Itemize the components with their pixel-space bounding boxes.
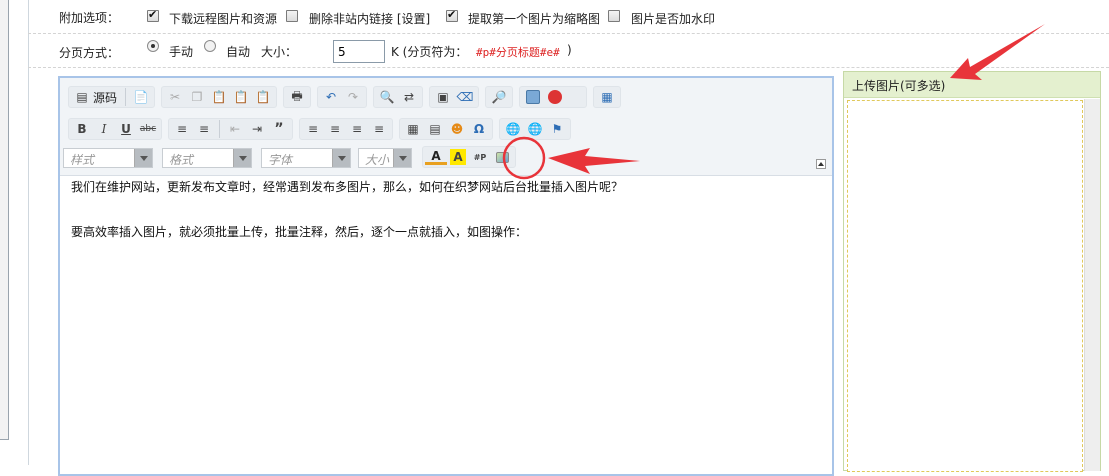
- print-icon[interactable]: 🖶: [286, 87, 308, 107]
- size-combo[interactable]: 大小: [358, 148, 412, 168]
- justify-icon[interactable]: ≡: [368, 119, 390, 139]
- align-left-icon[interactable]: ≡: [302, 119, 324, 139]
- italic-icon[interactable]: I: [93, 119, 115, 139]
- indent-icon[interactable]: ⇥: [246, 119, 268, 139]
- underline-icon[interactable]: U: [115, 119, 137, 139]
- pagination-label: 分页方式：: [59, 46, 120, 60]
- source-group: ▤ 源码 📄: [68, 86, 156, 108]
- upload-scrollbar[interactable]: [1084, 99, 1100, 471]
- multi-image-upload-icon[interactable]: [491, 147, 513, 167]
- separator-code: #p#分页标题#e#: [476, 46, 560, 59]
- watermark-checkbox[interactable]: [608, 10, 620, 22]
- pagination-auto-radio[interactable]: [204, 40, 216, 52]
- paste-icon[interactable]: 📋: [208, 87, 230, 107]
- replace-icon[interactable]: ⇄: [398, 87, 420, 107]
- sidebar-edge: [0, 0, 9, 440]
- font-combo-label: 字体: [268, 153, 293, 167]
- format-combo-label: 格式: [169, 153, 194, 167]
- horizontal-rule-icon[interactable]: ▤: [424, 119, 446, 139]
- bold-icon[interactable]: B: [71, 119, 93, 139]
- style-combo-label: 样式: [70, 153, 95, 167]
- chevron-down-icon: [233, 149, 251, 167]
- extra-options-label: 附加选项：: [59, 11, 120, 25]
- style-combo[interactable]: 样式: [63, 148, 153, 168]
- outdent-icon[interactable]: ⇤: [224, 119, 246, 139]
- upload-panel-title: 上传图片(可多选): [844, 72, 1100, 98]
- editor-content[interactable]: 我们在维护网站，更新发布文章时，经常遇到发布多图片，那么，如何在织梦网站后台批量…: [71, 178, 826, 268]
- font-combo[interactable]: 字体: [261, 148, 351, 168]
- ordered-list-icon[interactable]: ≡: [171, 119, 193, 139]
- image-icon[interactable]: [522, 87, 544, 107]
- smiley-icon[interactable]: ☻: [446, 119, 468, 139]
- template-icon[interactable]: 📄: [130, 87, 152, 107]
- pagination-row: 分页方式： 手动 自动 大小： K (分页符为： #p#分页标题#e# ): [28, 34, 1109, 68]
- pagination-auto-label: 自动: [226, 45, 251, 59]
- page-size-label: 大小：: [261, 45, 298, 59]
- unlink-icon[interactable]: 🌐: [524, 119, 546, 139]
- anchor-icon[interactable]: ⚑: [546, 119, 568, 139]
- blockquote-icon[interactable]: ”: [268, 119, 290, 139]
- undo-icon[interactable]: ↶: [320, 87, 342, 107]
- content-paragraph: 我们在维护网站，更新发布文章时，经常遇到发布多图片，那么，如何在织梦网站后台批量…: [71, 180, 624, 194]
- bg-color-icon[interactable]: A: [450, 149, 466, 165]
- separator-label: K (分页符为：: [391, 45, 468, 59]
- download-remote-label: 下载远程图片和资源: [169, 12, 278, 26]
- page-break-icon[interactable]: #P: [469, 147, 491, 167]
- download-remote-checkbox[interactable]: [147, 8, 159, 22]
- chevron-down-icon: [134, 149, 152, 167]
- preview-icon[interactable]: 🔎: [488, 87, 510, 107]
- unordered-list-icon[interactable]: ≡: [193, 119, 215, 139]
- pagination-manual-radio[interactable]: [147, 40, 159, 52]
- link-icon[interactable]: 🌐: [502, 119, 524, 139]
- text-color-icon[interactable]: A: [425, 149, 447, 165]
- redo-icon[interactable]: ↷: [342, 87, 364, 107]
- separator-close: ): [567, 43, 572, 57]
- page-size-input[interactable]: [333, 40, 385, 63]
- strikethrough-icon[interactable]: abc: [137, 119, 159, 139]
- content-paragraph: 要高效率插入图片，就必须批量上传，批量注释，然后，逐个一点就插入，如图操作：: [71, 225, 528, 239]
- remove-external-links-checkbox[interactable]: [286, 10, 298, 22]
- paste-text-icon[interactable]: 📋: [230, 87, 252, 107]
- table-icon[interactable]: ▦: [402, 119, 424, 139]
- color-group: A A #P: [422, 146, 516, 168]
- rich-text-editor: ▤ 源码 📄 ✂ ❐ 📋 📋 📋 🖶 ↶ ↷ 🔍 ⇄ ▣ ⌫ 🔎 ▦ B I U…: [58, 76, 834, 476]
- extract-thumbnail-checkbox[interactable]: [446, 8, 458, 22]
- copy-icon[interactable]: ❐: [186, 87, 208, 107]
- extract-thumbnail-label: 提取第一个图片为缩略图: [468, 12, 601, 26]
- align-right-icon[interactable]: ≡: [346, 119, 368, 139]
- image-upload-panel: 上传图片(可多选): [843, 71, 1101, 472]
- chevron-down-icon: [332, 149, 350, 167]
- cut-icon[interactable]: ✂: [164, 87, 186, 107]
- extra-options-row: 附加选项： 下载远程图片和资源 删除非站内链接 [设置] 提取第一个图片为缩略图…: [28, 0, 1109, 34]
- remove-external-links-label: 删除非站内链接 [设置]: [309, 12, 431, 26]
- collapse-toolbar-button[interactable]: [816, 159, 826, 169]
- remove-format-icon[interactable]: ⌫: [454, 87, 476, 107]
- maximize-icon[interactable]: ▦: [596, 87, 618, 107]
- align-center-icon[interactable]: ≡: [324, 119, 346, 139]
- find-icon[interactable]: 🔍: [376, 87, 398, 107]
- flash-icon[interactable]: [544, 87, 566, 107]
- upload-drop-area[interactable]: [847, 100, 1083, 472]
- paste-word-icon[interactable]: 📋: [252, 87, 274, 107]
- special-char-icon[interactable]: Ω: [468, 119, 490, 139]
- select-all-icon[interactable]: ▣: [432, 87, 454, 107]
- chevron-down-icon: [393, 149, 411, 167]
- source-button[interactable]: 源码: [93, 89, 121, 106]
- pagination-manual-label: 手动: [169, 45, 194, 59]
- source-icon: ▤: [76, 90, 88, 104]
- size-combo-label: 大小: [365, 153, 390, 167]
- watermark-label: 图片是否加水印: [631, 12, 716, 26]
- format-combo[interactable]: 格式: [162, 148, 252, 168]
